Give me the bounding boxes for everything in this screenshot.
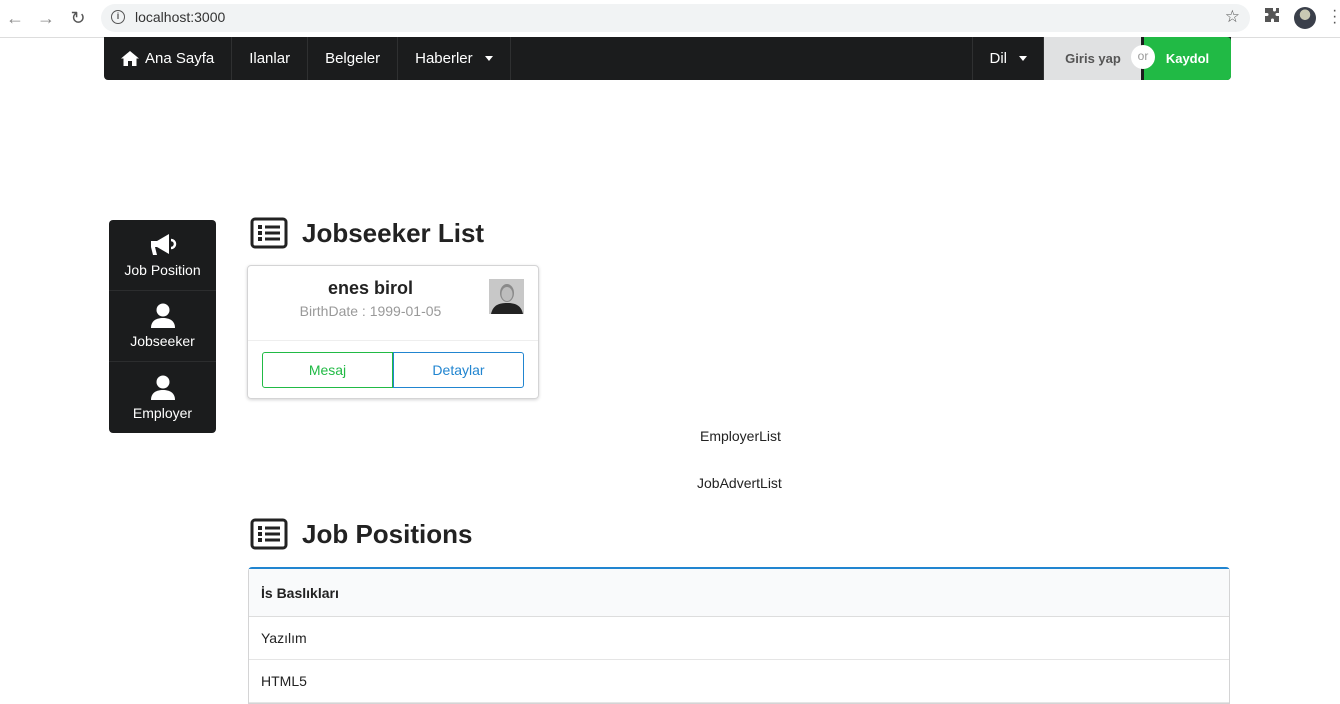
employer-list-text: EmployerList bbox=[700, 428, 781, 444]
nav-item-label: Ilanlar bbox=[249, 50, 291, 67]
job-positions-table: İs Baslıkları Yazılım HTML5 bbox=[248, 567, 1230, 704]
nav-item-haberler-dropdown[interactable]: Haberler bbox=[398, 37, 511, 80]
browser-toolbar: ← → ↻ i localhost:3000 ☆ · · · bbox=[0, 0, 1340, 38]
message-button[interactable]: Mesaj bbox=[262, 352, 393, 388]
dropdown-caret-icon bbox=[1019, 56, 1027, 61]
jobseeker-list-header: Jobseeker List bbox=[250, 217, 484, 249]
or-divider: or bbox=[1131, 45, 1155, 69]
extensions-icon[interactable] bbox=[1264, 7, 1280, 28]
site-info-icon[interactable]: i bbox=[111, 10, 125, 24]
nav-item-label: Belgeler bbox=[325, 50, 381, 67]
sidemenu-item-label: Job Position bbox=[124, 262, 201, 278]
table-row: Yazılım bbox=[249, 617, 1229, 660]
nav-item-belgeler[interactable]: Belgeler bbox=[308, 37, 399, 80]
sidemenu-item-label: Employer bbox=[132, 404, 193, 421]
user-icon bbox=[150, 303, 175, 328]
home-icon bbox=[121, 51, 139, 66]
table-header-cell: İs Baslıkları bbox=[249, 569, 1229, 617]
address-bar[interactable]: i localhost:3000 ☆ bbox=[101, 4, 1250, 32]
job-advert-list-text: JobAdvertList bbox=[697, 475, 782, 491]
list-icon bbox=[250, 217, 288, 249]
user-icon bbox=[150, 375, 175, 400]
profile-avatar[interactable] bbox=[1294, 7, 1316, 29]
bookmark-star-icon[interactable]: ☆ bbox=[1225, 7, 1240, 27]
back-icon[interactable]: ← bbox=[4, 7, 26, 29]
nav-item-label: Haberler bbox=[415, 50, 473, 67]
sidemenu-item-label: Jobseeker bbox=[130, 333, 195, 349]
card-button-group: Mesaj Detaylar bbox=[262, 352, 524, 388]
section-title: Job Positions bbox=[302, 518, 473, 549]
sidemenu-item-employer[interactable]: Employer bbox=[109, 362, 216, 433]
url-text: localhost:3000 bbox=[135, 9, 226, 25]
dropdown-caret-icon bbox=[484, 56, 493, 61]
details-button[interactable]: Detaylar bbox=[393, 352, 524, 388]
sidemenu-item-job-position[interactable]: Job Position bbox=[109, 220, 216, 291]
login-button[interactable]: Giris yap bbox=[1044, 37, 1142, 80]
reload-icon[interactable]: ↻ bbox=[67, 7, 89, 29]
page-title: Jobseeker List bbox=[302, 217, 485, 248]
nav-item-label: Ana Sayfa bbox=[145, 50, 215, 67]
browser-menu-icon[interactable]: · · · bbox=[1332, 3, 1337, 31]
jobseeker-card: enes birol BirthDate : 1999-01-05 Mesaj … bbox=[247, 265, 539, 399]
megaphone-icon bbox=[150, 234, 176, 255]
language-label: Dil bbox=[989, 50, 1008, 67]
side-menu: Job Position Jobseeker Employer bbox=[109, 220, 216, 433]
jobseeker-name: enes birol bbox=[327, 278, 414, 298]
jobseeker-photo bbox=[489, 279, 524, 314]
job-positions-header: Job Positions bbox=[250, 518, 472, 550]
jobseeker-birthdate: BirthDate : 1999-01-05 bbox=[299, 303, 442, 319]
sidemenu-item-jobseeker[interactable]: Jobseeker bbox=[109, 291, 216, 362]
list-icon bbox=[250, 518, 288, 550]
forward-icon[interactable]: → bbox=[35, 7, 57, 29]
language-dropdown[interactable]: Dil bbox=[971, 37, 1044, 80]
nav-item-home[interactable]: Ana Sayfa bbox=[104, 37, 233, 80]
card-divider bbox=[248, 340, 538, 341]
nav-item-ilanlar[interactable]: Ilanlar bbox=[232, 37, 309, 80]
table-row: HTML5 bbox=[249, 660, 1229, 703]
